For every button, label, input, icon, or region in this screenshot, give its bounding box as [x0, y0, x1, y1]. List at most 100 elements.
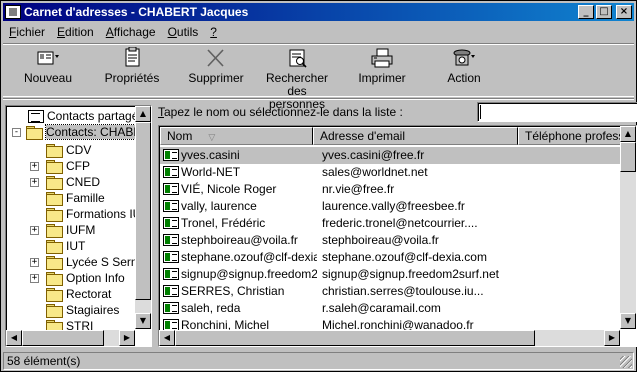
- tree-vertical-scrollbar[interactable]: ▲ ▼: [135, 106, 151, 329]
- folder-icon: [46, 272, 63, 286]
- tree-scroll-right-button[interactable]: ▶: [119, 330, 135, 346]
- table-row[interactable]: World-NET sales@worldnet.net: [160, 164, 620, 181]
- new-button[interactable]: Nouveau: [23, 47, 73, 85]
- table-row[interactable]: stephane.ozouf@clf-dexia.... stephane.ozo…: [160, 249, 620, 266]
- address-book-icon[interactable]: [5, 5, 21, 19]
- maximize-button[interactable]: □: [596, 5, 612, 19]
- contact-name: stephboireau@voila.fr: [181, 233, 298, 247]
- tree-item-folder[interactable]: IUFM: [46, 222, 95, 238]
- tree-item-folder[interactable]: IUT: [46, 238, 85, 254]
- table-row[interactable]: saleh, reda r.saleh@caramail.com: [160, 300, 620, 317]
- contact-name: VIÉ, Nicole Roger: [181, 182, 277, 196]
- column-header-email[interactable]: Adresse d'email: [313, 127, 518, 145]
- action-label: Action: [447, 71, 481, 85]
- tree-item-folder[interactable]: CFP: [46, 158, 90, 174]
- contact-email: stephboireau@voila.fr: [322, 233, 439, 247]
- column-header-work-phone[interactable]: Téléphone professionnel: [518, 127, 621, 145]
- contact-name: stephane.ozouf@clf-dexia....: [181, 250, 317, 264]
- contact-name: saleh, reda: [181, 301, 241, 315]
- tree-item-folder[interactable]: Stagiaires: [46, 302, 119, 318]
- tree-scroll-left-button[interactable]: ◀: [6, 330, 22, 346]
- table-row[interactable]: vally, laurence laurence.vally@freesbee.f…: [160, 198, 620, 215]
- list-scroll-right-button[interactable]: ▶: [604, 330, 620, 346]
- contact-name: SERRES, Christian: [181, 284, 285, 298]
- folder-icon: [46, 288, 63, 302]
- tree-item-folder[interactable]: CDV: [46, 142, 91, 158]
- pane-splitter[interactable]: [153, 102, 157, 348]
- table-row[interactable]: VIÉ, Nicole Roger nr.vie@free.fr: [160, 181, 620, 198]
- contact-name: Tronel, Frédéric: [181, 216, 266, 230]
- contact-card-icon: [163, 200, 179, 212]
- table-row[interactable]: signup@signup.freedom2... signup@signup.f…: [160, 266, 620, 283]
- list-scroll-down-button[interactable]: ▼: [620, 313, 636, 329]
- search-input[interactable]: [477, 102, 637, 122]
- contact-email: r.saleh@caramail.com: [322, 301, 441, 315]
- menu-fichier[interactable]: Fichier: [3, 25, 51, 39]
- tree-item-folder[interactable]: Famille: [46, 190, 105, 206]
- contact-email: laurence.vally@freesbee.fr: [322, 199, 465, 213]
- contact-email: christian.serres@toulouse.iu...: [322, 284, 484, 298]
- list-scroll-up-button[interactable]: ▲: [620, 126, 636, 142]
- contact-email: stephane.ozouf@clf-dexia.com: [322, 250, 487, 264]
- delete-label: Supprimer: [188, 71, 244, 85]
- folder-icon: [46, 256, 63, 270]
- folder-icon: [46, 304, 63, 318]
- contact-card-icon: [163, 251, 179, 263]
- address-book-window: Carnet d'adresses - CHABERT Jacques _ □ …: [0, 0, 637, 372]
- folder-icon: [46, 176, 63, 190]
- table-row[interactable]: Tronel, Frédéric frederic.tronel@netcourr…: [160, 215, 620, 232]
- window-title: Carnet d'adresses - CHABERT Jacques: [24, 5, 249, 19]
- folder-tree[interactable]: Contacts partagés - Contacts: CHABERT Ja…: [5, 105, 152, 347]
- minimize-button[interactable]: _: [578, 5, 594, 19]
- resize-grip-icon[interactable]: [620, 356, 632, 368]
- list-vertical-scrollbar[interactable]: ▲ ▼: [620, 126, 636, 329]
- contact-list[interactable]: Nom▽ Adresse d'email Téléphone professio…: [158, 125, 637, 347]
- tree-item-folder[interactable]: CNED: [46, 174, 100, 190]
- close-button[interactable]: ×: [616, 5, 632, 19]
- tree-item-shared[interactable]: Contacts partagés: [28, 108, 144, 124]
- delete-button[interactable]: Supprimer: [186, 47, 246, 85]
- folder-icon: [46, 144, 63, 158]
- list-hscroll-thumb[interactable]: [175, 330, 535, 346]
- contact-email: yves.casini@free.fr: [322, 148, 425, 162]
- tree-scroll-down-button[interactable]: ▼: [135, 313, 151, 329]
- tree-horizontal-scrollbar[interactable]: ◀ ▶: [6, 330, 135, 346]
- tree-item-folder[interactable]: Option Info: [46, 270, 125, 286]
- menu-edition[interactable]: Edition: [51, 25, 100, 39]
- action-button[interactable]: Action: [441, 47, 487, 85]
- tree-scroll-up-button[interactable]: ▲: [135, 106, 151, 122]
- contact-card-icon: [163, 268, 179, 280]
- menu-affichage[interactable]: Affichage: [100, 25, 162, 39]
- folder-icon: [46, 192, 63, 206]
- contact-card-icon: [163, 285, 179, 297]
- tree-expand-toggle[interactable]: +: [30, 226, 39, 235]
- find-people-label-1: Rechercher des: [265, 71, 329, 98]
- column-header-name[interactable]: Nom ▽: [160, 127, 313, 145]
- menu-help[interactable]: ?: [204, 25, 223, 39]
- find-people-button[interactable]: Rechercher des personnes: [255, 47, 339, 111]
- toolbar-divider: [3, 98, 634, 100]
- list-horizontal-scrollbar[interactable]: ◀ ▶: [159, 330, 620, 346]
- contact-name: World-NET: [181, 165, 241, 179]
- list-scroll-left-button[interactable]: ◀: [159, 330, 175, 346]
- tree-collapse-toggle[interactable]: -: [12, 128, 21, 137]
- print-button[interactable]: Imprimer: [355, 47, 409, 85]
- list-scroll-thumb[interactable]: [620, 142, 636, 172]
- tree-item-folder[interactable]: Rectorat: [46, 286, 111, 302]
- properties-button[interactable]: Propriétés: [103, 46, 161, 85]
- tree-hscroll-thumb[interactable]: [22, 330, 104, 346]
- tree-item-contacts-chabert[interactable]: Contacts: CHABERT Jacques: [26, 124, 151, 140]
- tree-item-folder[interactable]: Lycée S Sernin: [46, 254, 147, 270]
- tree-scroll-thumb[interactable]: [135, 122, 151, 300]
- menu-outils[interactable]: Outils: [162, 25, 205, 39]
- contact-name: signup@signup.freedom2...: [181, 267, 317, 281]
- tree-expand-toggle[interactable]: +: [30, 258, 39, 267]
- table-row[interactable]: stephboireau@voila.fr stephboireau@voila.…: [160, 232, 620, 249]
- table-row[interactable]: SERRES, Christian christian.serres@toulou…: [160, 283, 620, 300]
- table-row[interactable]: yves.casini yves.casini@free.fr: [160, 147, 620, 164]
- title-bar[interactable]: Carnet d'adresses - CHABERT Jacques _ □ …: [3, 3, 634, 21]
- tree-expand-toggle[interactable]: +: [30, 178, 39, 187]
- folder-icon: [46, 160, 63, 174]
- tree-expand-toggle[interactable]: +: [30, 274, 39, 283]
- tree-expand-toggle[interactable]: +: [30, 162, 39, 171]
